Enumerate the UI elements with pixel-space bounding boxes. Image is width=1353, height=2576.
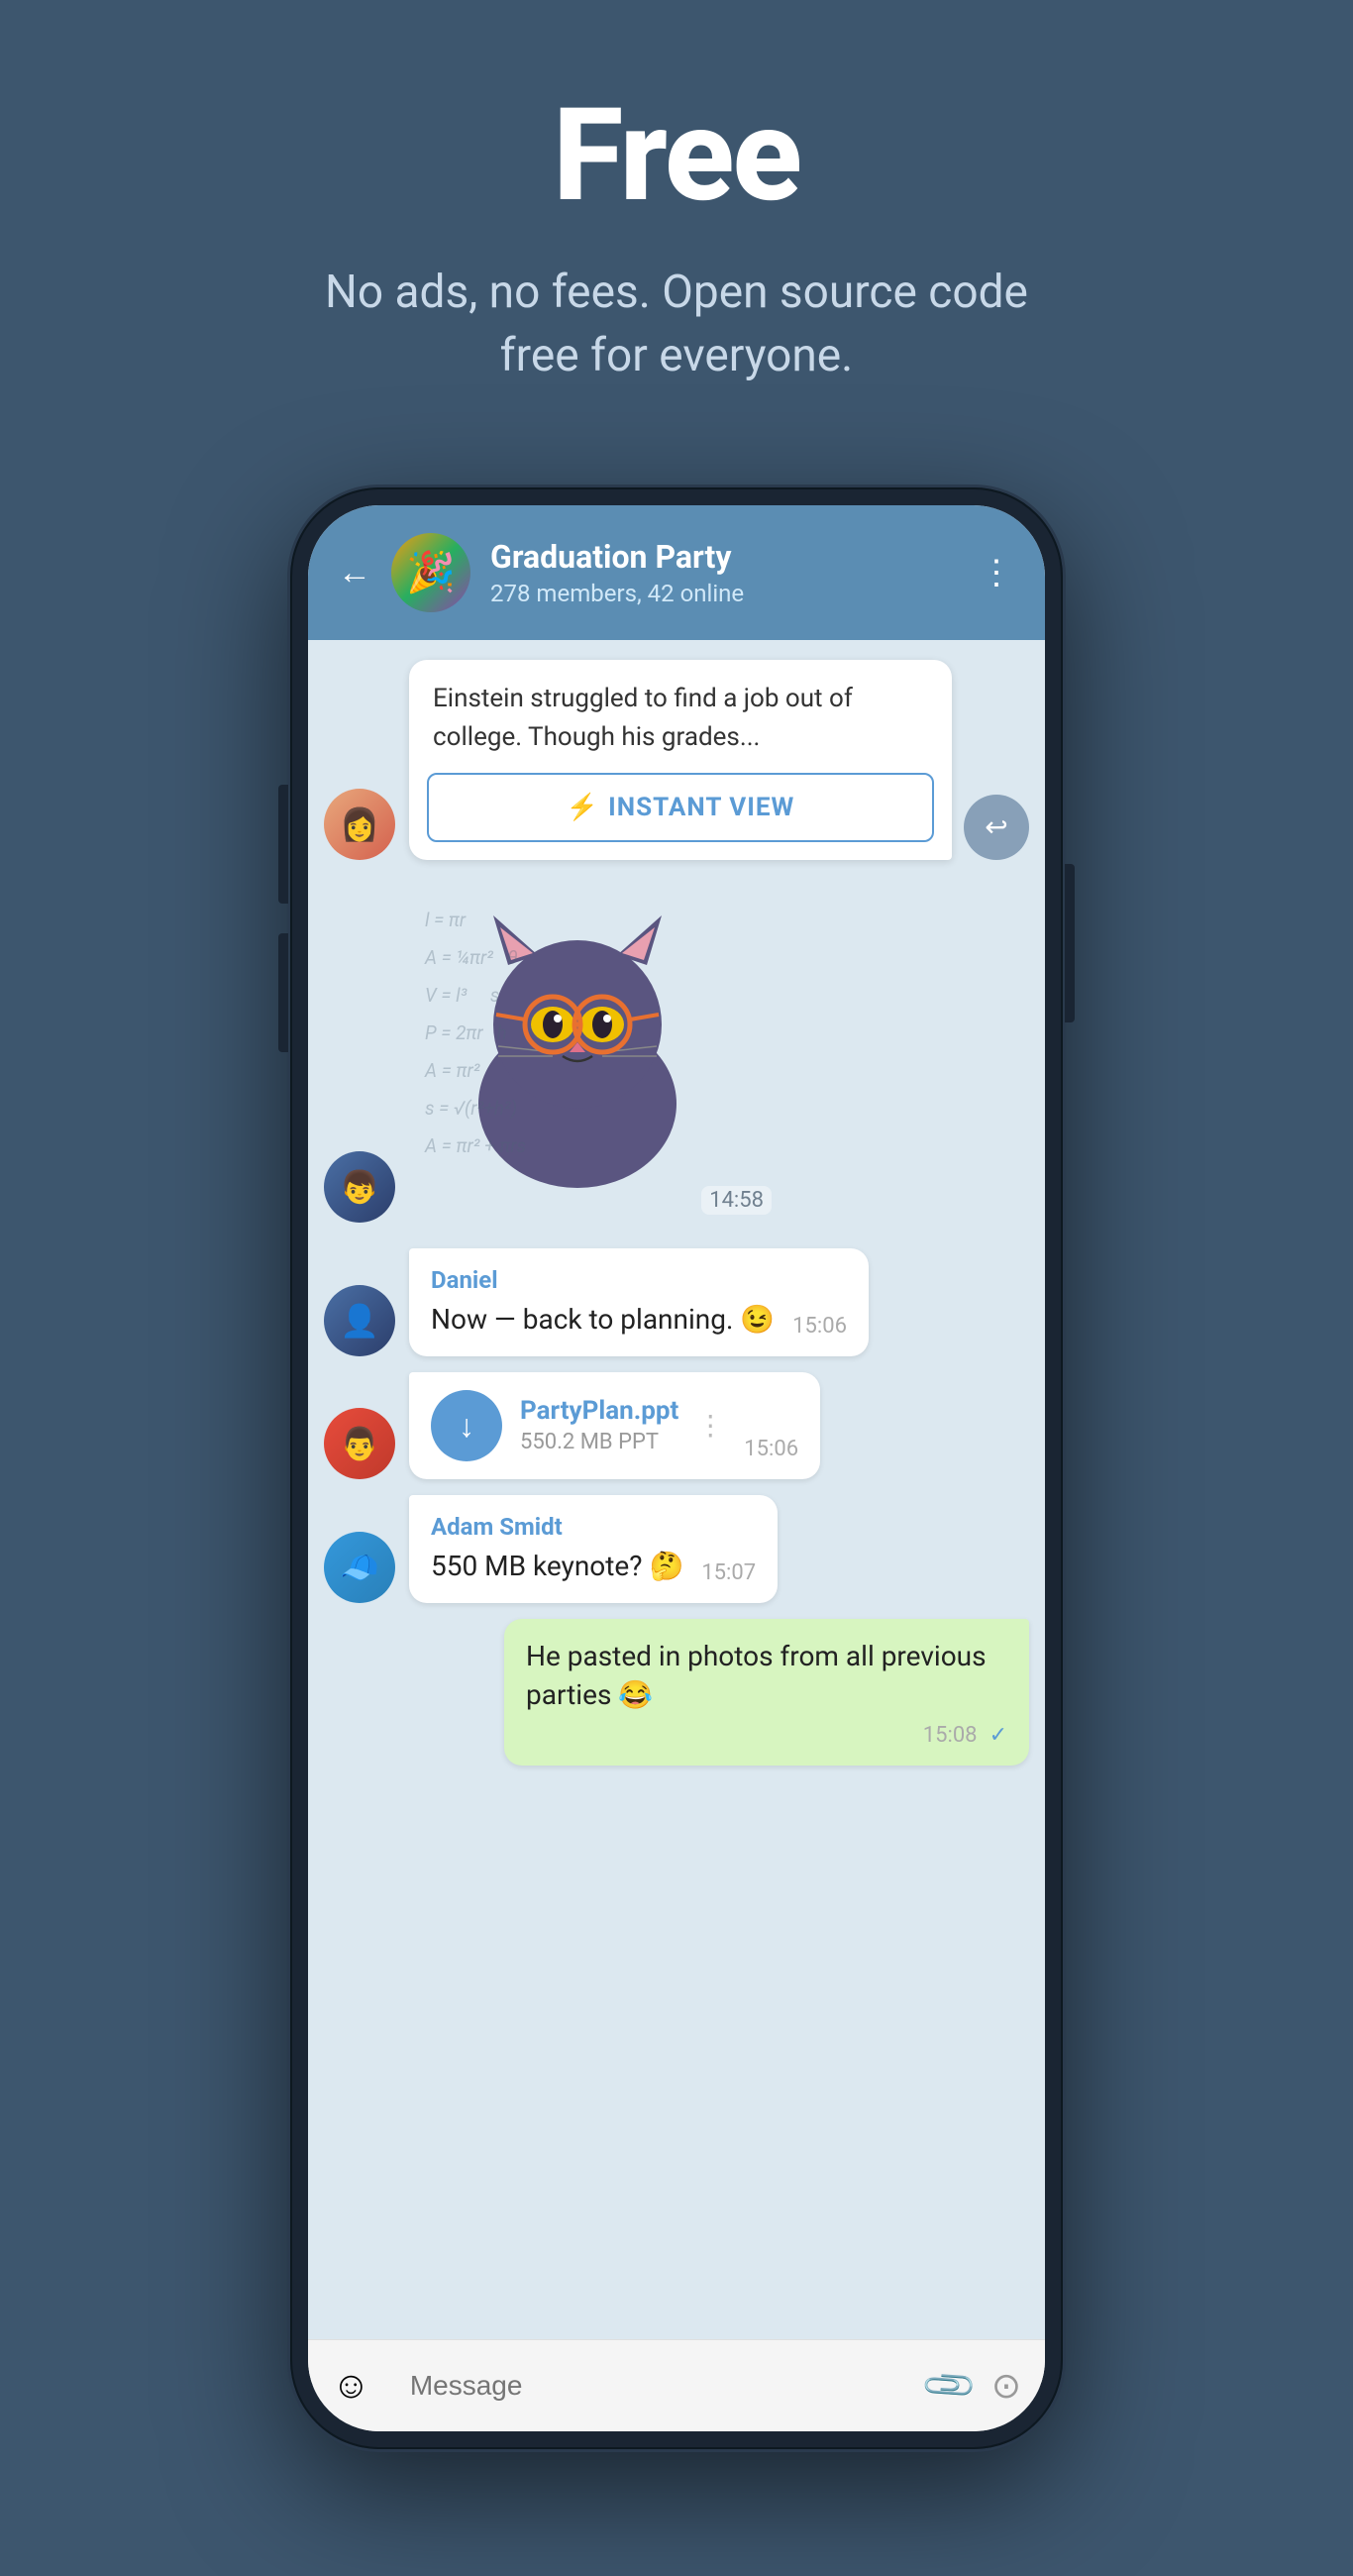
instant-view-label: INSTANT VIEW: [608, 793, 794, 822]
article-bubble: Einstein struggled to find a job out of …: [409, 660, 952, 860]
article-message: Einstein struggled to find a job out of …: [409, 660, 1029, 860]
user-avatar-man-hoodie: 👦: [324, 1151, 395, 1223]
instant-view-button[interactable]: ⚡ INSTANT VIEW: [427, 773, 934, 842]
daniel-text: Now — back to planning. 😉: [431, 1300, 775, 1339]
group-name: Graduation Party: [490, 538, 960, 576]
adam-text: 550 MB keynote? 🤔: [431, 1547, 683, 1585]
sent-text: He pasted in photos from all previous pa…: [526, 1637, 1007, 1714]
hero-subtitle: No ads, no fees. Open source code free f…: [290, 261, 1063, 388]
file-message-row: 👨 ↓ PartyPlan.ppt 550.2 MB PPT ⋮ 15:06: [324, 1372, 1029, 1479]
file-size: 550.2 MB PPT: [520, 1430, 678, 1454]
adam-sender: Adam Smidt: [431, 1513, 756, 1541]
message-input[interactable]: [390, 2358, 907, 2414]
avatar-emoji-daniel: 👤: [340, 1302, 379, 1340]
article-message-row: 👩 Einstein struggled to find a job out o…: [324, 660, 1029, 860]
cat-sticker: l = πr A = ¼πr² θ V = l³ s P = 2πr h A =…: [409, 886, 785, 1223]
lightning-icon: ⚡: [567, 793, 598, 822]
daniel-sender: Daniel: [431, 1266, 847, 1294]
user-avatar-woman: 👩: [324, 789, 395, 860]
avatar-emoji-file: 👨: [340, 1425, 379, 1462]
forward-button[interactable]: ↩: [964, 795, 1029, 860]
article-text: Einstein struggled to find a job out of …: [409, 660, 952, 773]
phone-outer: ← 🎉 Graduation Party 278 members, 42 onl…: [290, 487, 1063, 2449]
forward-icon: ↩: [985, 810, 1007, 843]
phone-screen: ← 🎉 Graduation Party 278 members, 42 onl…: [308, 505, 1045, 2431]
adam-text-row: 550 MB keynote? 🤔 15:07: [431, 1547, 756, 1585]
sent-message-row: He pasted in photos from all previous pa…: [324, 1619, 1029, 1765]
file-time: 15:06: [744, 1437, 798, 1461]
hero-section: Free No ads, no fees. Open source code f…: [0, 0, 1353, 448]
back-button[interactable]: ←: [338, 553, 371, 592]
file-info: PartyPlan.ppt 550.2 MB PPT: [520, 1396, 678, 1454]
hero-title: Free: [553, 79, 800, 231]
sent-bubble: He pasted in photos from all previous pa…: [504, 1619, 1029, 1765]
adam-message-row: 🧢 Adam Smidt 550 MB keynote? 🤔 15:07: [324, 1495, 1029, 1603]
group-avatar: 🎉: [391, 533, 470, 612]
chat-body: 👩 Einstein struggled to find a job out o…: [308, 640, 1045, 2339]
sticker-message-area: 👦 l = πr A = ¼πr² θ V = l³ s P = 2πr h A…: [324, 886, 1029, 1223]
file-more-icon[interactable]: ⋮: [696, 1409, 726, 1442]
avatar-emoji: 👩: [340, 805, 379, 843]
user-avatar-file-sender: 👨: [324, 1408, 395, 1479]
daniel-text-row: Now — back to planning. 😉 15:06: [431, 1300, 847, 1339]
camera-button[interactable]: ⊙: [991, 2365, 1021, 2407]
group-avatar-emoji: 🎉: [406, 549, 456, 595]
chat-header: ← 🎉 Graduation Party 278 members, 42 onl…: [308, 505, 1045, 640]
sticker-time: 14:58: [701, 1186, 772, 1215]
phone-mockup: ← 🎉 Graduation Party 278 members, 42 onl…: [290, 487, 1063, 2449]
message-check-icon: ✓: [989, 1723, 1007, 1748]
avatar-emoji-2: 👦: [340, 1168, 379, 1206]
chat-input-bar: ☺ 📎 ⊙: [308, 2339, 1045, 2431]
download-icon: ↓: [459, 1407, 474, 1445]
adam-bubble: Adam Smidt 550 MB keynote? 🤔 15:07: [409, 1495, 778, 1603]
file-name: PartyPlan.ppt: [520, 1396, 678, 1426]
user-avatar-adam: 🧢: [324, 1532, 395, 1603]
adam-time: 15:07: [701, 1560, 756, 1585]
daniel-message-row: 👤 Daniel Now — back to planning. 😉 15:06: [324, 1248, 1029, 1356]
sent-time: 15:08: [923, 1723, 978, 1748]
daniel-time: 15:06: [792, 1314, 847, 1339]
user-avatar-daniel: 👤: [324, 1285, 395, 1356]
avatar-emoji-adam: 🧢: [340, 1549, 379, 1586]
group-members: 278 members, 42 online: [490, 580, 960, 607]
sent-text-row: He pasted in photos from all previous pa…: [526, 1637, 1007, 1747]
daniel-bubble: Daniel Now — back to planning. 😉 15:06: [409, 1248, 869, 1356]
attach-button[interactable]: 📎: [919, 2355, 980, 2415]
cat-sticker-svg: [409, 886, 746, 1193]
file-bubble: ↓ PartyPlan.ppt 550.2 MB PPT ⋮ 15:06: [409, 1372, 820, 1479]
more-options-button[interactable]: ⋮: [980, 553, 1015, 592]
emoji-button[interactable]: ☺: [332, 2364, 370, 2408]
file-download-button[interactable]: ↓: [431, 1390, 502, 1461]
chat-info: Graduation Party 278 members, 42 online: [490, 538, 960, 607]
